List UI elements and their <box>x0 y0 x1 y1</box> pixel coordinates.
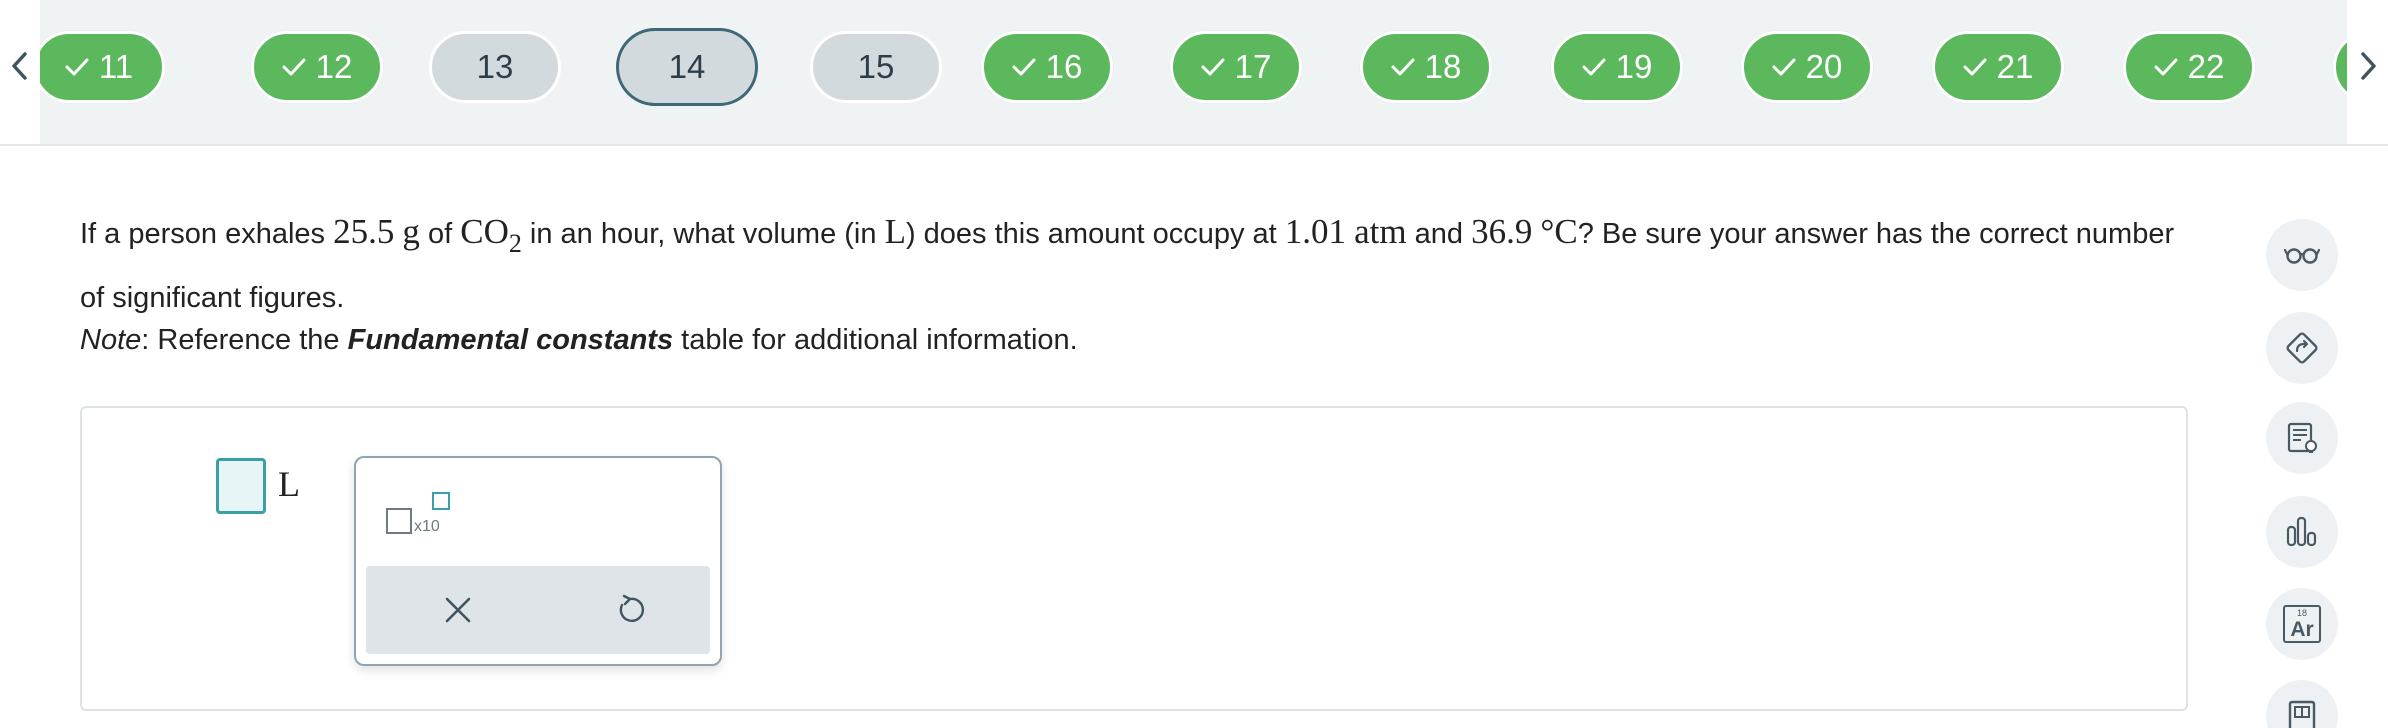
math-palette: x10 <box>354 456 722 666</box>
mass-unit: g <box>402 212 420 251</box>
question-number: 15 <box>857 48 895 85</box>
chart-button[interactable] <box>2266 496 2338 568</box>
question-15-button[interactable]: 15 <box>810 31 942 103</box>
close-icon <box>445 597 471 623</box>
checkmark-icon <box>1201 58 1225 76</box>
question-text-part: of <box>419 218 461 250</box>
question-number: 20 <box>1805 48 1843 85</box>
temperature-unit: °C <box>1540 212 1578 251</box>
checkmark-icon <box>2154 58 2178 76</box>
bar-chart-icon <box>2286 516 2317 547</box>
note-text: Note: Reference the Fundamental constant… <box>80 324 1078 357</box>
question-number: 21 <box>1996 48 2034 85</box>
question-14-button[interactable]: 14 <box>616 28 758 106</box>
volume-unit: L <box>884 212 906 251</box>
question-next-partial-button[interactable] <box>2333 31 2347 103</box>
question-number: 13 <box>476 48 514 85</box>
question-19-button[interactable]: 19 <box>1551 31 1683 103</box>
checkmark-icon <box>1391 58 1415 76</box>
question-13-button[interactable]: 13 <box>429 31 561 103</box>
question-number: 14 <box>668 48 706 85</box>
checkmark-icon <box>1772 58 1796 76</box>
checkmark-icon <box>282 58 306 76</box>
checkmark-icon <box>1012 58 1036 76</box>
question-22-button[interactable]: 22 <box>2123 31 2255 103</box>
question-track: 11 12 13 14 15 16 17 18 19 20 21 22 <box>40 0 2347 144</box>
question-17-button[interactable]: 17 <box>1170 31 1302 103</box>
question-21-button[interactable]: 21 <box>1932 31 2064 103</box>
mass-value: 25.5 <box>333 212 395 251</box>
answer-area: L x10 <box>80 406 2188 711</box>
formula-subscript: 2 <box>508 229 522 258</box>
periodic-table-button[interactable]: 18 Ar <box>2266 588 2338 660</box>
element-symbol: Ar <box>2290 618 2314 641</box>
question-text: If a person exhales 25.5 g of CO2 in an … <box>80 205 2200 325</box>
note-label: Note <box>80 324 142 356</box>
scientific-notation-icon <box>386 508 412 534</box>
clear-button[interactable] <box>436 588 480 632</box>
question-number: 16 <box>1045 48 1083 85</box>
question-18-button[interactable]: 18 <box>1360 31 1492 103</box>
question-12-button[interactable]: 12 <box>251 31 383 103</box>
notes-lightbulb-icon <box>2287 422 2317 453</box>
explanation-button[interactable] <box>2266 219 2338 291</box>
checkmark-icon <box>65 58 89 76</box>
temperature-value: 36.9 <box>1471 212 1533 251</box>
fundamental-constants-link[interactable]: Fundamental constants <box>348 324 674 356</box>
question-text-part: ) does this amount occupy at <box>905 218 1285 250</box>
checkmark-icon <box>1582 58 1606 76</box>
palette-actions <box>366 566 710 654</box>
question-number: 19 <box>1615 48 1653 85</box>
chevron-right-icon <box>2361 52 2376 80</box>
question-number: 12 <box>315 48 353 85</box>
chevron-left-icon <box>12 52 27 80</box>
question-navigation: 11 12 13 14 15 16 17 18 19 20 21 22 <box>0 0 2388 146</box>
question-20-button[interactable]: 20 <box>1741 31 1873 103</box>
question-text-part: and <box>1406 218 1472 250</box>
question-text-part: in an hour, what volume (in <box>521 218 885 250</box>
note-text-part: table for additional information. <box>673 324 1078 356</box>
question-16-button[interactable]: 16 <box>981 31 1113 103</box>
exponent-box-icon <box>432 492 450 510</box>
explanation-glasses-icon <box>2283 248 2321 264</box>
formula: CO <box>460 212 509 251</box>
question-number: 18 <box>1424 48 1462 85</box>
question-11-button[interactable]: 11 <box>40 31 165 103</box>
element-number: 18 <box>2296 608 2307 618</box>
answer-unit: L <box>278 464 300 504</box>
tag-arrow-icon <box>2286 332 2318 364</box>
undo-icon <box>619 594 645 622</box>
book-icon <box>2288 700 2316 728</box>
nav-next-button[interactable] <box>2350 46 2386 86</box>
x10-label: x10 <box>414 518 440 535</box>
book-button[interactable] <box>2266 680 2338 728</box>
notes-button[interactable] <box>2266 402 2338 474</box>
tag-button[interactable] <box>2266 312 2338 384</box>
undo-button[interactable] <box>608 588 652 632</box>
nav-prev-button[interactable] <box>2 46 38 86</box>
question-number: 17 <box>1234 48 1272 85</box>
pressure-unit: atm <box>1354 212 1407 251</box>
periodic-table-icon: 18 Ar <box>2283 605 2321 643</box>
answer-input[interactable] <box>216 458 266 514</box>
question-number: 11 <box>98 48 134 85</box>
note-text-part: : Reference the <box>141 324 348 356</box>
pressure-value: 1.01 <box>1284 212 1347 251</box>
question-number: 22 <box>2187 48 2225 85</box>
scientific-notation-button[interactable]: x10 <box>384 488 456 538</box>
checkmark-icon <box>1963 58 1987 76</box>
question-text-part: If a person exhales <box>80 218 334 250</box>
